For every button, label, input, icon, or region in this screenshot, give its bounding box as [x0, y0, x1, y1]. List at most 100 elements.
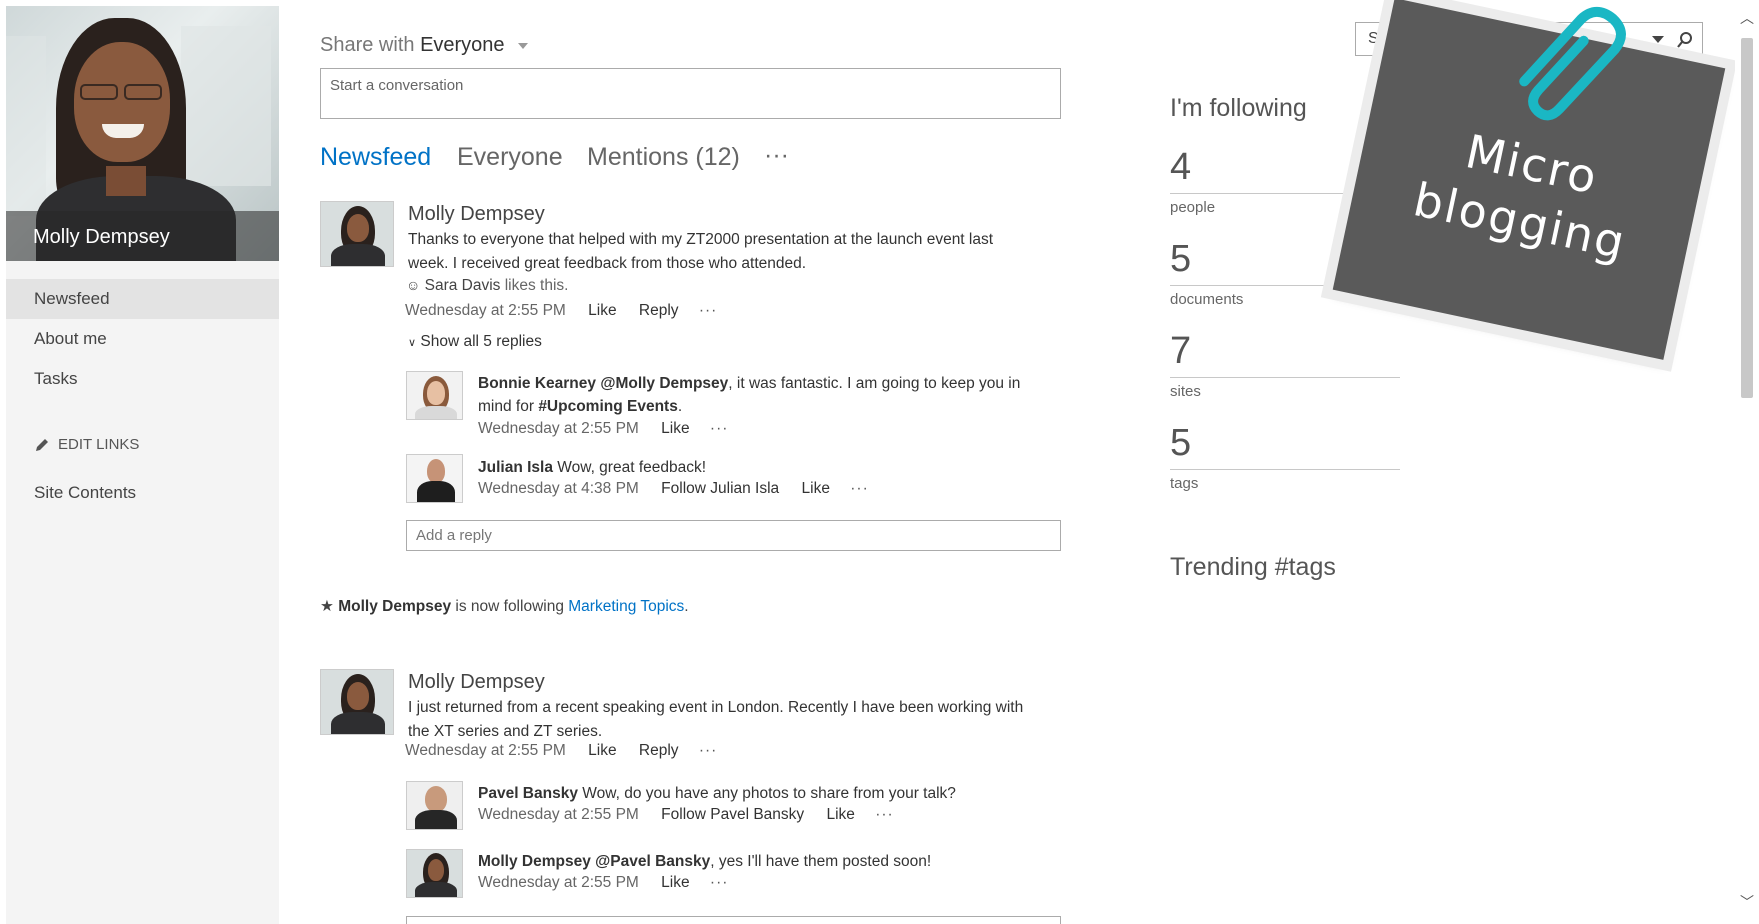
- reply-time[interactable]: Wednesday at 2:55 PM: [478, 420, 639, 437]
- following-people-count[interactable]: 4: [1170, 146, 1191, 189]
- following-sites-count[interactable]: 7: [1170, 330, 1191, 373]
- chevron-down-icon: ∨: [408, 337, 417, 349]
- reply-author[interactable]: Julian Isla: [478, 459, 553, 476]
- post-time[interactable]: Wednesday at 2:55 PM: [405, 742, 566, 759]
- hashtag-link[interactable]: #Upcoming Events: [538, 398, 678, 415]
- scroll-up-icon[interactable]: ︿: [1740, 8, 1754, 28]
- profile-name[interactable]: Molly Dempsey: [33, 226, 170, 249]
- trending-tags-title: Trending #tags: [1170, 553, 1336, 581]
- left-sidebar: Molly Dempsey Newsfeed About me Tasks ED…: [6, 6, 279, 924]
- reply-text: Julian Isla Wow, great feedback!: [478, 456, 1058, 479]
- edit-links-button[interactable]: EDIT LINKS: [34, 436, 139, 453]
- following-people-label[interactable]: people: [1170, 199, 1215, 216]
- reply-text: Pavel Bansky Wow, do you have any photos…: [478, 782, 1058, 805]
- avatar-molly-dempsey[interactable]: [320, 201, 394, 267]
- nav-newsfeed[interactable]: Newsfeed: [6, 279, 279, 319]
- edit-links-label: EDIT LINKS: [58, 436, 140, 453]
- post-time[interactable]: Wednesday at 2:55 PM: [405, 302, 566, 319]
- more-options-button[interactable]: ···: [699, 742, 718, 759]
- following-tags-count[interactable]: 5: [1170, 422, 1191, 465]
- profile-photo[interactable]: Molly Dempsey: [6, 6, 279, 261]
- vertical-scrollbar[interactable]: ︿ ﹀: [1735, 0, 1759, 924]
- more-options-button[interactable]: ···: [710, 420, 729, 437]
- more-options-button[interactable]: ···: [875, 806, 894, 823]
- show-replies-toggle[interactable]: ∨ Show all 5 replies: [408, 333, 542, 351]
- following-title: I'm following: [1170, 94, 1307, 122]
- mention-link[interactable]: @Pavel Bansky: [595, 853, 710, 870]
- activity-target-link[interactable]: Marketing Topics: [568, 598, 684, 615]
- nav-about-me[interactable]: About me: [6, 319, 279, 359]
- reply-meta: Wednesday at 2:55 PM Follow Pavel Bansky…: [478, 806, 894, 824]
- reply-time[interactable]: Wednesday at 4:38 PM: [478, 480, 639, 497]
- activity-item: ★ Molly Dempsey is now following Marketi…: [320, 597, 689, 616]
- nav-tasks[interactable]: Tasks: [6, 359, 279, 399]
- reply-time[interactable]: Wednesday at 2:55 PM: [478, 874, 639, 891]
- add-reply-input[interactable]: [406, 916, 1061, 924]
- reply-author[interactable]: Molly Dempsey: [478, 853, 591, 870]
- paperclip-icon: [1519, 6, 1626, 121]
- reply-body: , yes I'll have them posted soon!: [710, 853, 932, 870]
- caret-down-icon[interactable]: [1652, 36, 1664, 43]
- tab-newsfeed[interactable]: Newsfeed: [320, 143, 431, 172]
- caret-down-icon[interactable]: [518, 42, 529, 49]
- reply-text: Molly Dempsey @Pavel Bansky, yes I'll ha…: [478, 850, 1058, 873]
- mention-link[interactable]: @Molly Dempsey: [600, 375, 728, 392]
- like-button[interactable]: Like: [588, 742, 616, 759]
- like-button[interactable]: Like: [588, 302, 616, 319]
- activity-who[interactable]: Molly Dempsey: [338, 598, 451, 615]
- start-conversation-input[interactable]: Start a conversation: [320, 68, 1061, 119]
- reply-meta: Wednesday at 2:55 PM Like ···: [478, 874, 728, 892]
- tab-mentions[interactable]: Mentions (12): [587, 143, 740, 172]
- smiley-icon: ☺: [406, 277, 421, 293]
- scroll-down-icon[interactable]: ﹀: [1740, 892, 1754, 912]
- following-sites-label[interactable]: sites: [1170, 383, 1201, 400]
- follow-button[interactable]: Follow Pavel Bansky: [661, 806, 804, 823]
- post-author[interactable]: Molly Dempsey: [408, 671, 545, 694]
- share-prefix: Share with: [320, 34, 415, 56]
- avatar-molly-dempsey[interactable]: [406, 849, 463, 898]
- star-icon: ★: [320, 598, 334, 615]
- reply-button[interactable]: Reply: [639, 742, 679, 759]
- post-text: I just returned from a recent speaking e…: [408, 699, 1024, 740]
- following-documents-count[interactable]: 5: [1170, 238, 1191, 281]
- following-documents-label[interactable]: documents: [1170, 291, 1243, 308]
- reply-author[interactable]: Bonnie Kearney: [478, 375, 596, 392]
- avatar-bonnie-kearney[interactable]: [406, 371, 463, 420]
- like-button[interactable]: Like: [661, 420, 689, 437]
- more-options-button[interactable]: ···: [699, 302, 718, 319]
- likes-suffix: likes this.: [504, 277, 569, 294]
- like-button[interactable]: Like: [826, 806, 854, 823]
- scrollbar-thumb[interactable]: [1741, 38, 1753, 398]
- post-meta: Wednesday at 2:55 PM Like Reply ···: [405, 742, 717, 760]
- reply-meta: Wednesday at 2:55 PM Like ···: [478, 420, 728, 438]
- more-options-button[interactable]: ···: [850, 480, 869, 497]
- reply-meta: Wednesday at 4:38 PM Follow Julian Isla …: [478, 480, 869, 498]
- reply-body-b: .: [677, 398, 683, 415]
- like-button[interactable]: Like: [661, 874, 689, 891]
- add-reply-input[interactable]: Add a reply: [406, 520, 1061, 551]
- avatar-julian-isla[interactable]: [406, 454, 463, 503]
- post-author[interactable]: Molly Dempsey: [408, 203, 545, 226]
- reply-time[interactable]: Wednesday at 2:55 PM: [478, 806, 639, 823]
- tab-everyone[interactable]: Everyone: [457, 143, 563, 172]
- profile-name-bar: Molly Dempsey: [6, 211, 279, 261]
- reply-body: Wow, great feedback!: [557, 459, 707, 476]
- share-audience[interactable]: Everyone: [420, 34, 505, 56]
- reply-button[interactable]: Reply: [639, 302, 679, 319]
- pencil-icon: [36, 438, 48, 451]
- search-icon[interactable]: [1676, 31, 1694, 49]
- avatar-pavel-bansky[interactable]: [406, 781, 463, 830]
- like-button[interactable]: Like: [802, 480, 830, 497]
- tabs-more-button[interactable]: ···: [764, 141, 789, 170]
- reply-body: Wow, do you have any photos to share fro…: [582, 785, 956, 802]
- avatar-molly-dempsey[interactable]: [320, 669, 394, 735]
- likes-who[interactable]: Sara Davis: [425, 277, 501, 294]
- activity-text: is now following: [455, 598, 564, 615]
- follow-button[interactable]: Follow Julian Isla: [661, 480, 779, 497]
- post-meta: Wednesday at 2:55 PM Like Reply ···: [405, 302, 717, 320]
- more-options-button[interactable]: ···: [710, 874, 729, 891]
- following-tags-label[interactable]: tags: [1170, 475, 1198, 492]
- share-with-selector[interactable]: Share with Everyone: [320, 34, 529, 57]
- nav-site-contents[interactable]: Site Contents: [6, 473, 279, 513]
- reply-author[interactable]: Pavel Bansky: [478, 785, 578, 802]
